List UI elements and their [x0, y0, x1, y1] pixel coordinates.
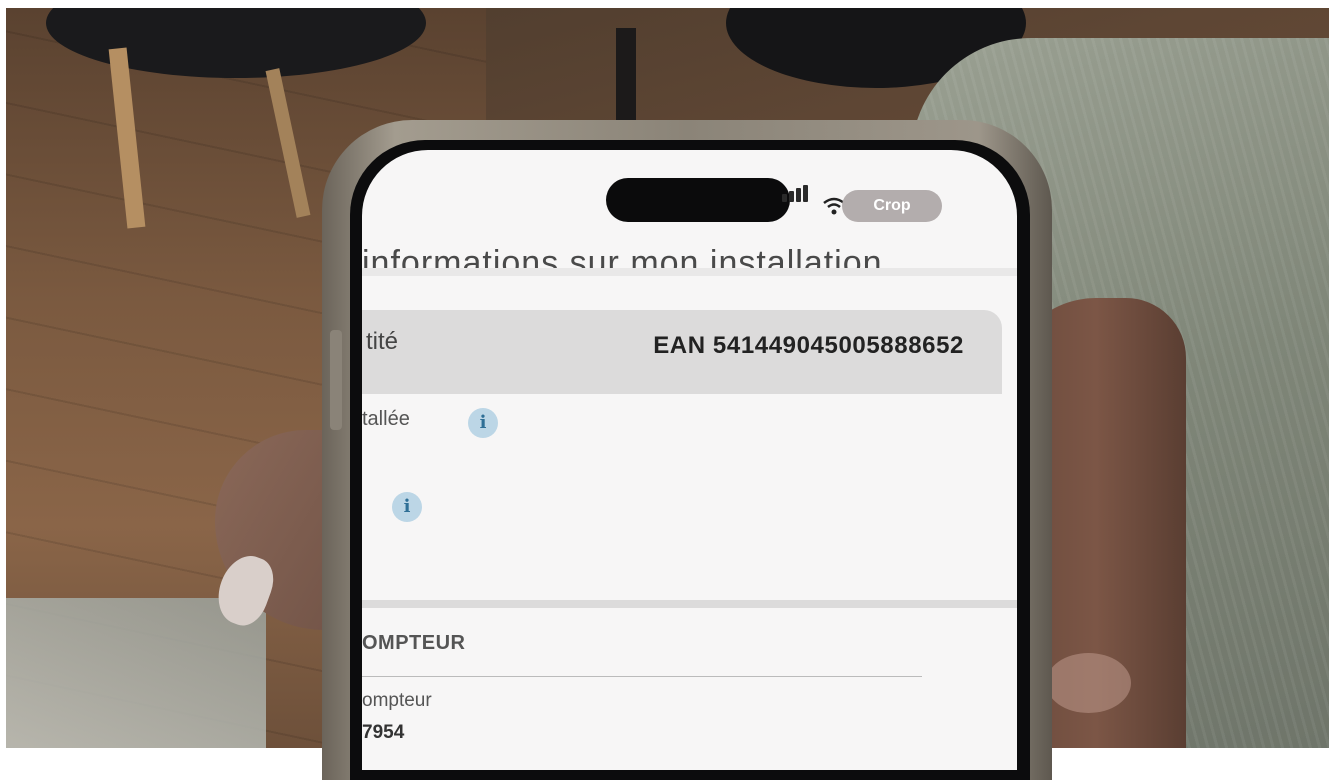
- ean-row-label: tité: [366, 328, 399, 355]
- divider: [362, 676, 922, 677]
- section-divider: [362, 600, 1017, 608]
- floor-rug: [6, 598, 266, 748]
- ean-value: EAN 541449045005888652: [653, 332, 964, 359]
- meter-section-title: OMPTEUR: [362, 632, 466, 654]
- info-icon[interactable]: i: [392, 492, 422, 522]
- meter-label: ompteur: [362, 690, 432, 711]
- phone-side-button: [330, 330, 342, 430]
- finger-nail: [1046, 653, 1131, 713]
- dynamic-island: [606, 178, 790, 222]
- meter-value: 7954: [362, 722, 405, 743]
- phone-screen: Crop informations sur mon installation t…: [362, 150, 1017, 770]
- crop-button[interactable]: Crop: [842, 190, 942, 222]
- installed-label: tallée: [362, 408, 410, 430]
- page-title: informations sur mon installation: [362, 244, 883, 272]
- ean-row: tité EAN 541449045005888652: [362, 310, 1002, 394]
- info-icon[interactable]: i: [468, 408, 498, 438]
- divider: [362, 268, 1017, 276]
